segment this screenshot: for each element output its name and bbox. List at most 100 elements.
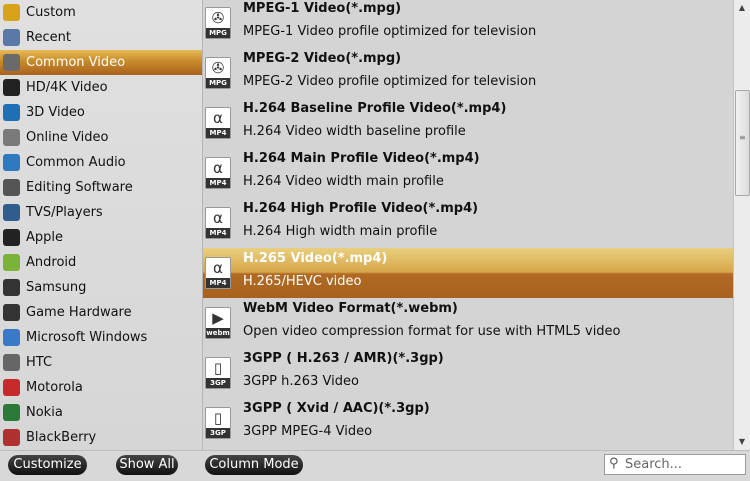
3d-icon	[3, 104, 20, 121]
category-label: Samsung	[26, 280, 87, 295]
category-item[interactable]: Recent	[0, 25, 202, 50]
scroll-down-icon[interactable]: ▼	[734, 434, 750, 449]
format-description: H.264 Video width main profile	[243, 174, 444, 189]
scrollbar-thumb[interactable]: ≡	[735, 90, 750, 196]
format-row[interactable]: ▶ webm WebM Video Format(*.webm) Open video…	[203, 298, 733, 348]
category-item[interactable]: TVS/Players	[0, 200, 202, 225]
show-all-button[interactable]: Show All	[116, 455, 178, 475]
category-item[interactable]: Game Hardware	[0, 300, 202, 325]
category-item[interactable]: HTC	[0, 350, 202, 375]
category-label: Editing Software	[26, 180, 133, 195]
mp4-icon: α MP4	[205, 257, 231, 289]
category-item[interactable]: Motorola	[0, 375, 202, 400]
format-description: 3GPP h.263 Video	[243, 374, 359, 389]
format-glyph: ✇	[211, 59, 225, 77]
format-tag: webm	[206, 328, 230, 338]
format-row[interactable]: α MP4 H.264 Baseline Profile Video(*.mp4) H…	[203, 98, 733, 148]
format-description: 3GPP MPEG-4 Video	[243, 424, 373, 439]
format-tag: 3GP	[206, 428, 230, 438]
category-label: Online Video	[26, 130, 109, 145]
category-item[interactable]: HD/4K Video	[0, 75, 202, 100]
format-glyph: ✇	[211, 9, 225, 27]
format-row[interactable]: ✇ MPG MPEG-2 Video(*.mpg) MPEG-2 Video prof…	[203, 48, 733, 98]
format-title: H.264 High Profile Video(*.mp4)	[243, 201, 479, 216]
format-glyph: α	[213, 109, 223, 127]
format-title: H.264 Main Profile Video(*.mp4)	[243, 151, 480, 166]
folder-icon	[3, 4, 20, 21]
category-item[interactable]: Microsoft Windows	[0, 325, 202, 350]
category-label: HD/4K Video	[26, 80, 108, 95]
column-mode-button[interactable]: Column Mode	[205, 455, 303, 475]
category-label: 3D Video	[26, 105, 85, 120]
format-row[interactable]: α MP4 H.265 Video(*.mp4) H.265/HEVC video	[203, 248, 733, 298]
category-item[interactable]: Editing Software	[0, 175, 202, 200]
category-item[interactable]: Apple	[0, 225, 202, 250]
category-label: Motorola	[26, 380, 83, 395]
tv-icon	[3, 204, 20, 221]
format-glyph: α	[213, 209, 223, 227]
format-tag: MP4	[206, 178, 230, 188]
category-label: Recent	[26, 30, 71, 45]
mp4-icon: α MP4	[205, 157, 231, 189]
format-list: ✇ MPG MPEG-1 Video(*.mpg) MPEG-1 Video prof…	[203, 0, 733, 450]
search-input[interactable]	[625, 456, 741, 473]
format-row[interactable]: ▯ 3GP 3GPP ( Xvid / AAC)(*.3gp) 3GPP MPEG-4…	[203, 398, 733, 448]
search-box[interactable]: ⚲	[604, 454, 746, 475]
clapperboard-icon	[3, 179, 20, 196]
search-icon: ⚲	[609, 456, 619, 471]
format-row[interactable]: α MP4 H.264 Main Profile Video(*.mp4) H.264…	[203, 148, 733, 198]
globe-icon	[3, 129, 20, 146]
category-item[interactable]: Common Video	[0, 50, 202, 75]
webm-play-icon: ▶ webm	[205, 307, 231, 339]
category-label: Microsoft Windows	[26, 330, 148, 345]
format-tag: MPG	[206, 78, 230, 88]
category-item[interactable]: 3D Video	[0, 100, 202, 125]
category-item[interactable]: BlackBerry	[0, 425, 202, 450]
format-list-scrollbar[interactable]: ▲ ≡ ▼	[733, 0, 750, 450]
motorola-icon	[3, 379, 20, 396]
recent-icon	[3, 29, 20, 46]
hd-icon	[3, 79, 20, 96]
bottom-toolbar: Customize Show All Column Mode ⚲	[0, 450, 750, 481]
blackberry-icon	[3, 429, 20, 446]
format-description: Open video compression format for use wi…	[243, 324, 621, 339]
gamepad-icon	[3, 304, 20, 321]
category-item[interactable]: Nokia	[0, 400, 202, 425]
category-label: TVS/Players	[26, 205, 103, 220]
category-item[interactable]: Online Video	[0, 125, 202, 150]
category-label: Nokia	[26, 405, 63, 420]
format-tag: MP4	[206, 128, 230, 138]
format-title: WebM Video Format(*.webm)	[243, 301, 458, 316]
mpg-reel-icon: ✇ MPG	[205, 57, 231, 89]
3gp-phone-icon: ▯ 3GP	[205, 357, 231, 389]
scroll-up-icon[interactable]: ▲	[734, 0, 750, 15]
format-title: H.264 Baseline Profile Video(*.mp4)	[243, 101, 507, 116]
category-label: Game Hardware	[26, 305, 132, 320]
mpg-reel-icon: ✇ MPG	[205, 7, 231, 39]
film-icon	[3, 54, 20, 71]
format-description: MPEG-2 Video profile optimized for telev…	[243, 74, 537, 89]
category-item[interactable]: Common Audio	[0, 150, 202, 175]
format-tag: MP4	[206, 278, 230, 288]
format-row[interactable]: ▯ 3GP 3GPP ( H.263 / AMR)(*.3gp) 3GPP h.263…	[203, 348, 733, 398]
format-row[interactable]: α MP4 H.264 High Profile Video(*.mp4) H.264…	[203, 198, 733, 248]
format-glyph: α	[213, 259, 223, 277]
format-title: H.265 Video(*.mp4)	[243, 251, 388, 266]
category-item[interactable]: Custom	[0, 0, 202, 25]
phone-icon	[3, 229, 20, 246]
format-glyph: ▯	[213, 409, 223, 427]
category-item[interactable]: Samsung	[0, 275, 202, 300]
format-title: MPEG-1 Video(*.mpg)	[243, 1, 402, 16]
category-label: Common Video	[26, 55, 126, 70]
format-row[interactable]: ✇ MPG MPEG-1 Video(*.mpg) MPEG-1 Video prof…	[203, 0, 733, 48]
format-glyph: α	[213, 159, 223, 177]
format-glyph: ▯	[213, 359, 223, 377]
windows-icon	[3, 329, 20, 346]
category-label: HTC	[26, 355, 53, 370]
format-title: 3GPP ( Xvid / AAC)(*.3gp)	[243, 401, 430, 416]
customize-button[interactable]: Customize	[8, 455, 87, 475]
format-tag: MP4	[206, 228, 230, 238]
samsung-phone-icon	[3, 279, 20, 296]
format-tag: 3GP	[206, 378, 230, 388]
category-item[interactable]: Android	[0, 250, 202, 275]
